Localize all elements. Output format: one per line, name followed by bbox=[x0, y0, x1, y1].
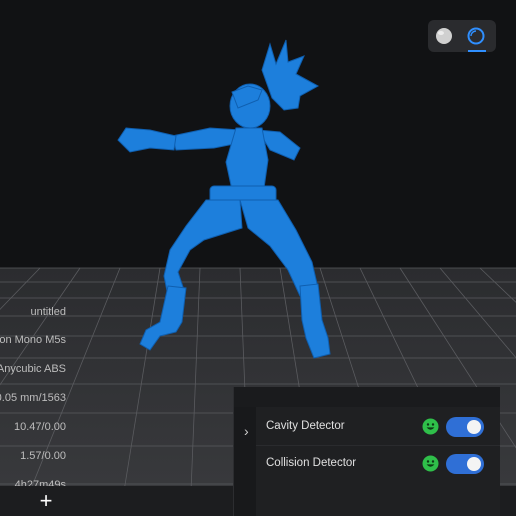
printer-name: on Mono M5s bbox=[0, 334, 66, 346]
smiley-ok-icon bbox=[422, 418, 439, 435]
cavity-detector-row: Cavity Detector bbox=[256, 409, 500, 446]
active-view-indicator bbox=[468, 50, 486, 52]
file-name: untitled bbox=[30, 306, 66, 318]
cavity-detector-label: Cavity Detector bbox=[266, 420, 345, 432]
cavity-detector-toggle[interactable] bbox=[446, 417, 484, 437]
detector-panel: › Cavity Detector Collision Detector bbox=[233, 387, 500, 516]
cost-info: 1.57/0.00 bbox=[20, 450, 66, 462]
smiley-ok-icon bbox=[422, 455, 439, 472]
panel-header bbox=[234, 387, 500, 407]
toggle-knob bbox=[467, 420, 481, 434]
add-file-button[interactable]: + bbox=[34, 488, 58, 514]
sphere-outline-icon[interactable] bbox=[464, 24, 488, 48]
collision-detector-toggle[interactable] bbox=[446, 454, 484, 474]
shading-toggle[interactable] bbox=[428, 20, 496, 52]
volume-info: 10.47/0.00 bbox=[14, 421, 66, 433]
sphere-solid-icon[interactable] bbox=[432, 24, 456, 48]
layer-info: 0.05 mm/1563 bbox=[0, 392, 66, 404]
collision-detector-label: Collision Detector bbox=[266, 457, 357, 469]
resin-name: Anycubic ABS bbox=[0, 363, 66, 375]
collision-detector-row: Collision Detector bbox=[256, 446, 500, 482]
toggle-knob bbox=[467, 457, 481, 471]
chevron-right-icon[interactable]: › bbox=[244, 423, 249, 439]
